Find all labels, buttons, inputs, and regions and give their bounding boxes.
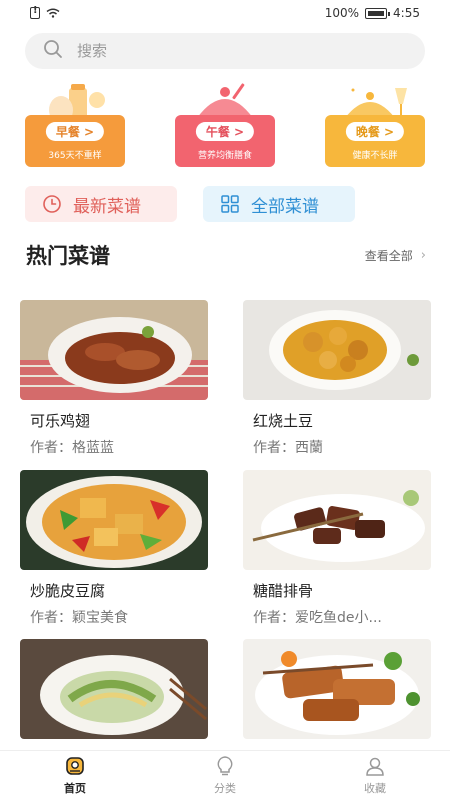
meal-subtitle: 365天不重样 bbox=[48, 151, 102, 161]
sim-alert-icon bbox=[30, 5, 40, 19]
meal-card-dinner[interactable]: 晚餐 > 健康不长胖 bbox=[325, 78, 425, 168]
recipe-card[interactable]: 炒脆皮豆腐 作者：颖宝美食 bbox=[20, 470, 208, 627]
recipe-author: 作者：颖宝美食 bbox=[30, 610, 128, 626]
status-right: 100% 4:55 bbox=[325, 6, 420, 20]
recipe-author: 作者：格蓝蓝 bbox=[30, 440, 114, 456]
chevron-right-icon: › bbox=[420, 248, 426, 263]
battery-icon bbox=[365, 7, 391, 19]
view-all-label: 查看全部 bbox=[364, 249, 413, 263]
meal-label: 晚餐 > bbox=[345, 122, 405, 141]
all-recipes-button[interactable]: 全部菜谱 bbox=[203, 186, 355, 222]
clock-icon bbox=[41, 193, 63, 215]
meal-subtitle: 营养均衡膳食 bbox=[197, 151, 252, 161]
recipe-photo bbox=[243, 300, 431, 400]
lightbulb-icon bbox=[217, 756, 233, 776]
tab-label: 首页 bbox=[64, 782, 86, 795]
clock: 4:55 bbox=[393, 6, 420, 20]
tab-label: 收藏 bbox=[364, 782, 386, 795]
recipe-grid: 可乐鸡翅 作者：格蓝蓝 红烧土豆 作者：西蘭 炒脆皮豆腐 作者：颖宝美食 糖醋排… bbox=[20, 300, 432, 750]
meal-label: 午餐 > bbox=[195, 122, 255, 141]
search-input[interactable] bbox=[77, 42, 377, 60]
tab-label: 分类 bbox=[214, 782, 236, 795]
recipe-card[interactable]: 红烧土豆 作者：西蘭 bbox=[243, 300, 431, 457]
meal-card-lunch[interactable]: 午餐 > 营养均衡膳食 bbox=[175, 78, 275, 168]
meal-cards: 早餐 > 365天不重样 午餐 > 营养均衡膳食 晚餐 > 健康不长胖 bbox=[25, 78, 425, 170]
recipe-photo bbox=[20, 300, 208, 400]
tab-home[interactable]: 首页 bbox=[0, 751, 150, 800]
recipe-photo bbox=[20, 470, 208, 570]
search-bar[interactable] bbox=[25, 33, 425, 69]
user-icon bbox=[366, 757, 384, 776]
all-recipes-label: 全部菜谱 bbox=[251, 196, 319, 217]
recipe-card[interactable]: 可乐鸡翅 作者：格蓝蓝 bbox=[20, 300, 208, 457]
meal-subtitle: 健康不长胖 bbox=[352, 151, 398, 161]
recipe-photo bbox=[243, 470, 431, 570]
recipe-card[interactable] bbox=[243, 639, 431, 749]
recipe-photo bbox=[20, 639, 208, 739]
recipe-photo bbox=[243, 639, 431, 739]
recipe-author: 作者：西蘭 bbox=[253, 440, 323, 456]
recipe-card[interactable] bbox=[20, 639, 208, 749]
status-bar: 100% 4:55 bbox=[0, 0, 450, 26]
view-all-link[interactable]: 查看全部 › bbox=[365, 247, 426, 264]
status-left bbox=[30, 5, 60, 19]
search-icon bbox=[43, 39, 63, 63]
recipe-name: 炒脆皮豆腐 bbox=[30, 582, 106, 600]
recipe-name: 红烧土豆 bbox=[253, 412, 314, 430]
bottom-tab-bar: 首页 分类 收藏 bbox=[0, 750, 450, 800]
recipe-name: 糖醋排骨 bbox=[253, 582, 314, 600]
grid-icon bbox=[219, 193, 241, 215]
tab-favorites[interactable]: 收藏 bbox=[300, 751, 450, 800]
recipe-card[interactable]: 糖醋排骨 作者：爱吃鱼de小... bbox=[243, 470, 431, 627]
home-icon bbox=[66, 757, 84, 775]
tab-category[interactable]: 分类 bbox=[150, 751, 300, 800]
latest-recipes-button[interactable]: 最新菜谱 bbox=[25, 186, 177, 222]
latest-recipes-label: 最新菜谱 bbox=[73, 196, 141, 217]
wifi-icon bbox=[46, 8, 60, 18]
section-title: 热门菜谱 bbox=[26, 244, 110, 268]
recipe-name: 可乐鸡翅 bbox=[30, 412, 91, 430]
recipe-author: 作者：爱吃鱼de小... bbox=[253, 610, 382, 626]
meal-card-breakfast[interactable]: 早餐 > 365天不重样 bbox=[25, 78, 125, 168]
battery-percent: 100% bbox=[324, 6, 360, 20]
meal-label: 早餐 > bbox=[45, 122, 105, 141]
